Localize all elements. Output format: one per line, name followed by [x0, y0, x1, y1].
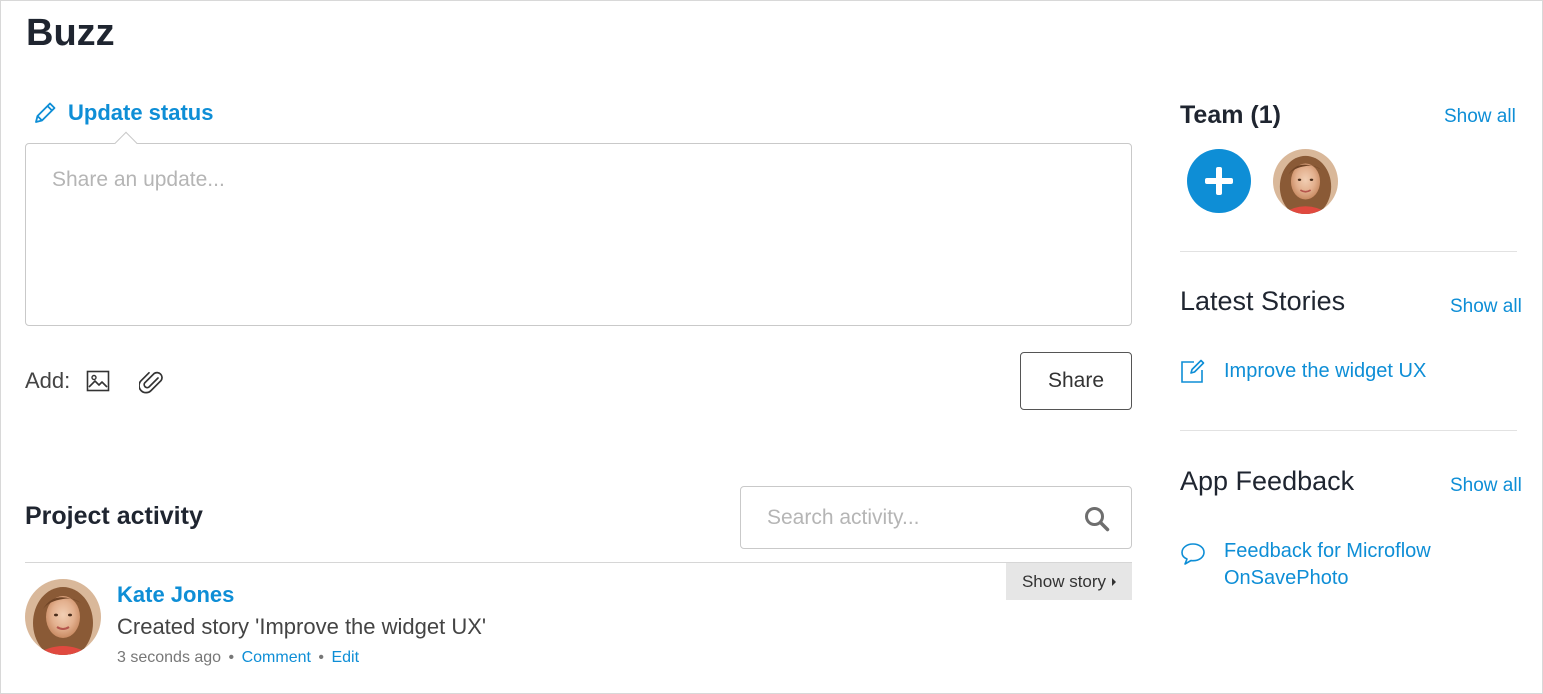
share-button[interactable]: Share [1020, 352, 1132, 410]
app-feedback-title: App Feedback [1180, 466, 1355, 496]
edit-link[interactable]: Edit [331, 649, 359, 666]
avatar[interactable] [25, 579, 101, 655]
image-icon[interactable] [84, 367, 112, 395]
status-update-input[interactable] [25, 143, 1132, 326]
latest-stories-show-all-link[interactable]: Show all [1450, 296, 1522, 318]
add-attachments-row: Add: [25, 367, 166, 395]
app-feedback-show-all-link[interactable]: Show all [1450, 475, 1522, 497]
paperclip-icon[interactable] [138, 367, 166, 395]
activity-text: Created story 'Improve the widget UX' [117, 614, 487, 639]
latest-stories-title: Latest Stories [1180, 286, 1346, 316]
edit-note-icon [1181, 359, 1205, 383]
page-title: Buzz [26, 12, 115, 54]
caret-right-icon [1112, 577, 1117, 586]
show-story-button[interactable]: Show story [1006, 563, 1132, 600]
update-status-label: Update status [68, 100, 214, 125]
story-link-label: Improve the widget UX [1224, 359, 1427, 382]
meta-separator: • [318, 649, 325, 666]
update-status-link[interactable]: Update status [32, 100, 213, 126]
activity-meta: 3 seconds ago • Comment • Edit [117, 649, 359, 667]
team-member-avatar[interactable] [1273, 149, 1338, 214]
activity-divider [25, 562, 1132, 563]
show-story-label: Show story [1021, 571, 1107, 591]
meta-separator: • [228, 649, 235, 666]
activity-author[interactable]: Kate Jones [117, 582, 234, 608]
activity-search [740, 486, 1132, 549]
team-show-all-link[interactable]: Show all [1444, 106, 1516, 128]
search-activity-input[interactable] [741, 487, 1071, 548]
sidebar-divider [1180, 251, 1517, 252]
feedback-link[interactable]: Feedback for Microflow OnSavePhoto [1180, 538, 1454, 592]
search-icon[interactable] [1083, 505, 1111, 533]
add-label: Add: [25, 368, 71, 393]
add-team-member-button[interactable] [1187, 149, 1251, 213]
pencil-icon [35, 102, 56, 123]
feedback-link-label: Feedback for Microflow OnSavePhoto [1224, 540, 1431, 589]
comment-link[interactable]: Comment [242, 649, 311, 666]
story-link[interactable]: Improve the widget UX [1180, 358, 1426, 384]
speech-bubble-icon [1181, 543, 1205, 565]
activity-title: Project activity [25, 502, 203, 530]
sidebar-divider [1180, 430, 1517, 431]
activity-time: 3 seconds ago [117, 649, 222, 666]
team-title: Team (1) [1180, 101, 1281, 129]
